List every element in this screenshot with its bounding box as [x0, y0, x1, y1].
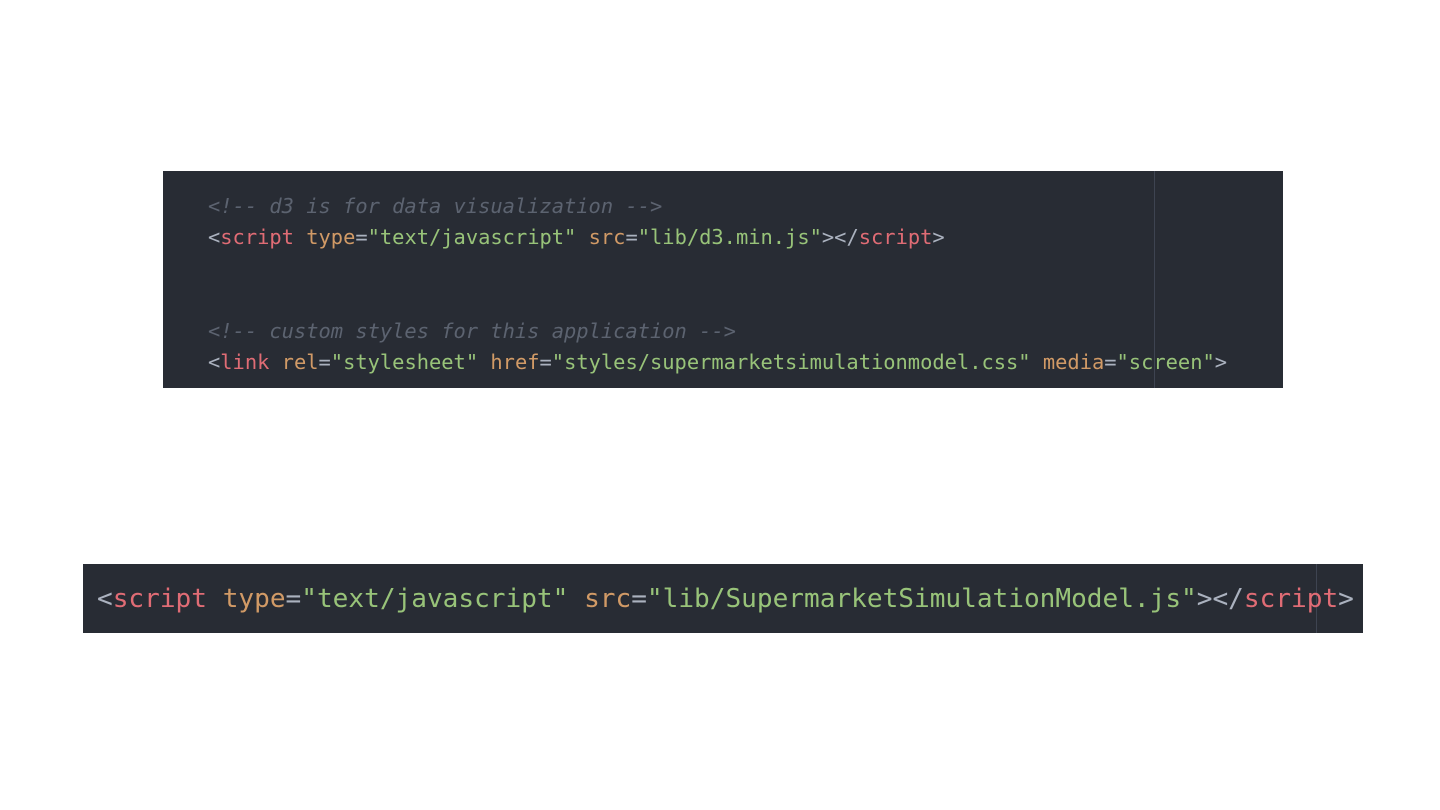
attr-value-type: "text/javascript": [367, 225, 577, 249]
attr-name-type: type: [222, 584, 286, 614]
attr-name-media: media: [1042, 350, 1105, 374]
tag-name: link: [220, 350, 270, 374]
close-open-tag: ></: [1196, 584, 1244, 614]
closing-tag-name: script: [1243, 584, 1339, 614]
attr-value-src: "lib/SupermarketSimulationModel.js": [646, 584, 1197, 614]
attr-name-src: src: [584, 584, 632, 614]
equals-sign: =: [1104, 350, 1117, 374]
code-line-comment-d3: <!-- d3 is for data visualization -->: [208, 191, 662, 221]
attr-value-src: "lib/d3.min.js": [637, 225, 822, 249]
code-snippet-top: <!-- d3 is for data visualization --> <s…: [163, 171, 1283, 388]
attr-value-href: "styles/supermarketsimulationmodel.css": [551, 350, 1031, 374]
attr-name-href: href: [490, 350, 540, 374]
close-open-tag: ></: [821, 225, 859, 249]
attr-value-rel: "stylesheet": [330, 350, 479, 374]
open-bracket: <: [97, 584, 113, 614]
final-bracket: >: [1338, 584, 1354, 614]
open-bracket: <: [208, 225, 221, 249]
code-line-link-stylesheet: <link rel="stylesheet" href="styles/supe…: [208, 347, 1227, 377]
attr-name-rel: rel: [281, 350, 319, 374]
closing-tag-name: script: [858, 225, 933, 249]
comment-text: <!-- custom styles for this application …: [208, 319, 736, 343]
code-line-script-d3: <script type="text/javascript" src="lib/…: [208, 222, 945, 252]
equals-sign: =: [285, 584, 302, 614]
attr-value-media: "screen": [1116, 350, 1215, 374]
attr-value-type: "text/javascript": [301, 584, 569, 614]
code-line-comment-styles: <!-- custom styles for this application …: [208, 316, 736, 346]
code-line-script-model: <script type="text/javascript" src="lib/…: [97, 581, 1354, 617]
equals-sign: =: [631, 584, 647, 614]
open-bracket: <: [208, 350, 221, 374]
final-bracket: >: [932, 225, 945, 249]
code-snippet-bottom: <script type="text/javascript" src="lib/…: [83, 564, 1363, 633]
attr-name-type: type: [306, 225, 356, 249]
final-bracket: >: [1214, 350, 1228, 374]
equals-sign: =: [318, 350, 331, 374]
comment-text: <!-- d3 is for data visualization -->: [208, 194, 663, 218]
equals-sign: =: [355, 225, 368, 249]
equals-sign: =: [625, 225, 638, 249]
tag-name: script: [112, 584, 207, 614]
attr-name-src: src: [588, 225, 626, 249]
equals-sign: =: [539, 350, 552, 374]
tag-name: script: [220, 225, 294, 249]
